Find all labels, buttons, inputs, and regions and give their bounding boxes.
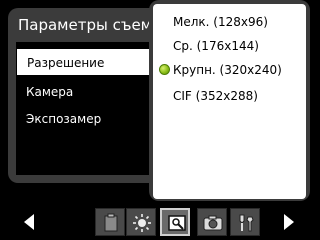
option-label: Ср. (176x144)	[173, 39, 259, 53]
resolution-option-medium[interactable]: Ср. (176x144)	[153, 34, 306, 58]
camera-settings-screen: Параметры съемки Разрешение Камера Экспо…	[0, 0, 320, 240]
setting-label: Камера	[26, 85, 74, 99]
panel-title: Параметры съемки	[18, 16, 158, 34]
resolution-option-cif[interactable]: CIF (352x288)	[153, 84, 306, 108]
resolution-option-large[interactable]: Крупн. (320x240)	[153, 58, 306, 82]
document-button[interactable]	[95, 208, 125, 236]
selected-radio-icon	[159, 64, 170, 75]
camera-button[interactable]	[197, 208, 227, 236]
setting-label: Экспозамер	[26, 112, 102, 126]
option-label: Мелк. (128x96)	[173, 15, 268, 29]
capture-mode-button[interactable]	[160, 208, 190, 236]
arrow-right-icon[interactable]	[282, 213, 296, 231]
option-label: CIF (352x288)	[173, 89, 258, 103]
setting-label: Разрешение	[27, 56, 105, 70]
tools-icon	[239, 214, 254, 232]
arrow-left-icon[interactable]	[22, 213, 36, 231]
dropdown-list: Мелк. (128x96) Ср. (176x144) Крупн. (320…	[153, 4, 306, 199]
brightness-button[interactable]	[126, 208, 156, 236]
bottom-toolbar	[0, 205, 320, 240]
tools-button[interactable]	[230, 208, 260, 236]
camera-icon	[203, 215, 223, 231]
brightness-icon	[133, 214, 151, 232]
option-label: Крупн. (320x240)	[173, 63, 282, 77]
resolution-option-small[interactable]: Мелк. (128x96)	[153, 10, 306, 34]
resolution-dropdown: Мелк. (128x96) Ср. (176x144) Крупн. (320…	[149, 0, 310, 201]
document-icon	[104, 213, 118, 232]
capture-mode-icon	[168, 215, 186, 231]
